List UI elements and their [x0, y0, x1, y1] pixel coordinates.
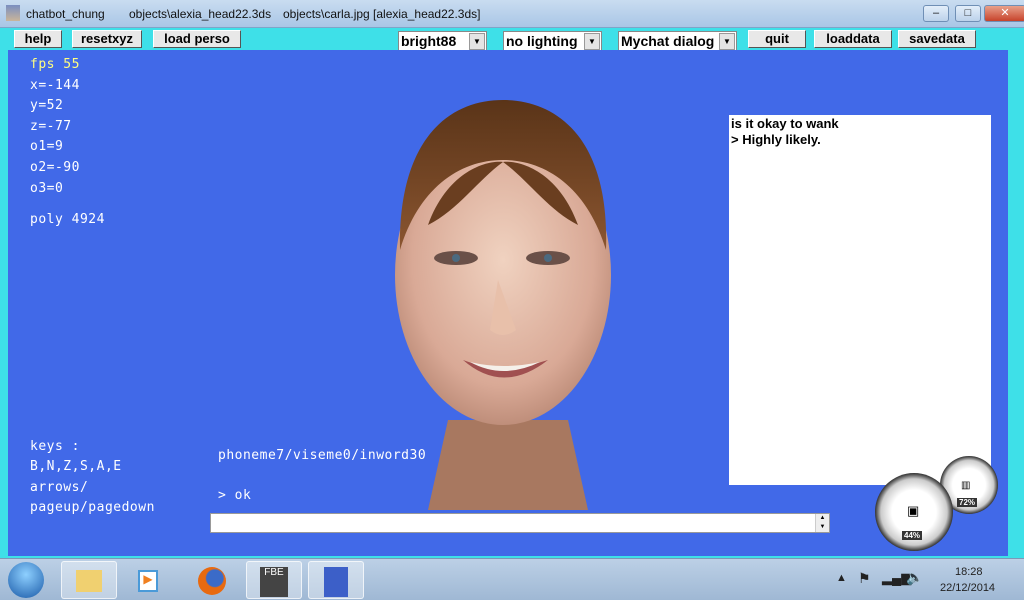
- taskbar-firefox[interactable]: [184, 561, 240, 599]
- o1-readout: o1=9: [30, 139, 64, 154]
- phoneme-status: phoneme7/viseme0/inword30: [218, 448, 427, 463]
- action-center-flag-icon[interactable]: ⚑: [858, 570, 871, 587]
- chat-input[interactable]: ▲ ▼: [210, 513, 830, 533]
- fps-readout: fps 55: [30, 57, 80, 72]
- lighting-select[interactable]: no lighting ▼: [503, 31, 602, 52]
- keys-title: keys :: [30, 439, 80, 454]
- quit-button[interactable]: quit: [748, 30, 806, 48]
- taskbar-chatbot[interactable]: [308, 561, 364, 599]
- chat-log: is it okay to wank > Highly likely.: [729, 115, 991, 485]
- input-scrollbar[interactable]: ▲ ▼: [815, 514, 829, 532]
- cpu-icon: ▣: [907, 503, 920, 518]
- chevron-down-icon: ▼: [584, 33, 600, 50]
- resetxyz-button[interactable]: resetxyz: [72, 30, 142, 48]
- volume-icon[interactable]: 🔈: [906, 569, 923, 586]
- app-icon: [6, 5, 20, 21]
- o2-readout: o2=-90: [30, 160, 80, 175]
- chevron-down-icon: ▼: [469, 33, 485, 50]
- taskbar-explorer[interactable]: [61, 561, 117, 599]
- reply-status: > ok: [218, 488, 252, 503]
- show-hidden-icons[interactable]: ▲: [836, 572, 847, 584]
- chatbot-icon: [324, 567, 348, 597]
- clock-date[interactable]: 22/12/2014: [940, 582, 995, 594]
- poly-readout: poly 4924: [30, 212, 105, 227]
- load-perso-button[interactable]: load perso: [153, 30, 241, 48]
- clock-time[interactable]: 18:28: [955, 566, 983, 578]
- dialog-value: Mychat dialog: [621, 33, 715, 49]
- o3-readout: o3=0: [30, 181, 64, 196]
- y-readout: y=52: [30, 98, 64, 113]
- folder-icon: [76, 570, 102, 592]
- loaddata-button[interactable]: loaddata: [814, 30, 892, 48]
- chat-question: is it okay to wank: [731, 116, 839, 131]
- start-button[interactable]: [8, 562, 44, 598]
- lighting-value: no lighting: [506, 33, 578, 49]
- keys-line: pageup/pagedown: [30, 500, 155, 515]
- firefox-icon: [198, 567, 226, 595]
- dialog-select[interactable]: Mychat dialog ▼: [618, 31, 737, 52]
- maximize-button[interactable]: □: [955, 5, 981, 22]
- app-title: chatbot_chung: [26, 7, 105, 21]
- minimize-button[interactable]: –: [923, 5, 949, 22]
- z-readout: z=-77: [30, 119, 72, 134]
- savedata-button[interactable]: savedata: [898, 30, 976, 48]
- x-readout: x=-144: [30, 78, 80, 93]
- brightness-value: bright88: [401, 33, 457, 49]
- cpu-gauge: ▣ 44%: [875, 473, 953, 551]
- fbe-icon: FBE: [260, 567, 288, 597]
- memory-percent: 72%: [957, 498, 978, 507]
- texture-path: objects\carla.jpg [alexia_head22.3ds]: [283, 7, 481, 21]
- taskbar-media-player[interactable]: ▶: [120, 561, 176, 599]
- title-bar: chatbot_chung objects\alexia_head22.3ds …: [0, 0, 1024, 28]
- help-button[interactable]: help: [14, 30, 62, 48]
- brightness-select[interactable]: bright88 ▼: [398, 31, 487, 52]
- keys-line: arrows/: [30, 480, 89, 495]
- taskbar-fbe[interactable]: FBE: [246, 561, 302, 599]
- memory-icon: ▥: [961, 480, 971, 491]
- object-path: objects\alexia_head22.3ds: [129, 7, 272, 21]
- keys-line: B,N,Z,S,A,E: [30, 459, 122, 474]
- close-button[interactable]: ✕: [984, 5, 1024, 22]
- media-player-icon: ▶: [138, 570, 158, 592]
- taskbar: ▶ FBE ▲ ⚑ ▂▄▆ 🔈 18:28 22/12/2014: [0, 558, 1024, 600]
- chevron-down-icon: ▼: [719, 33, 735, 50]
- chat-answer: > Highly likely.: [731, 132, 821, 147]
- cpu-percent: 44%: [902, 531, 923, 540]
